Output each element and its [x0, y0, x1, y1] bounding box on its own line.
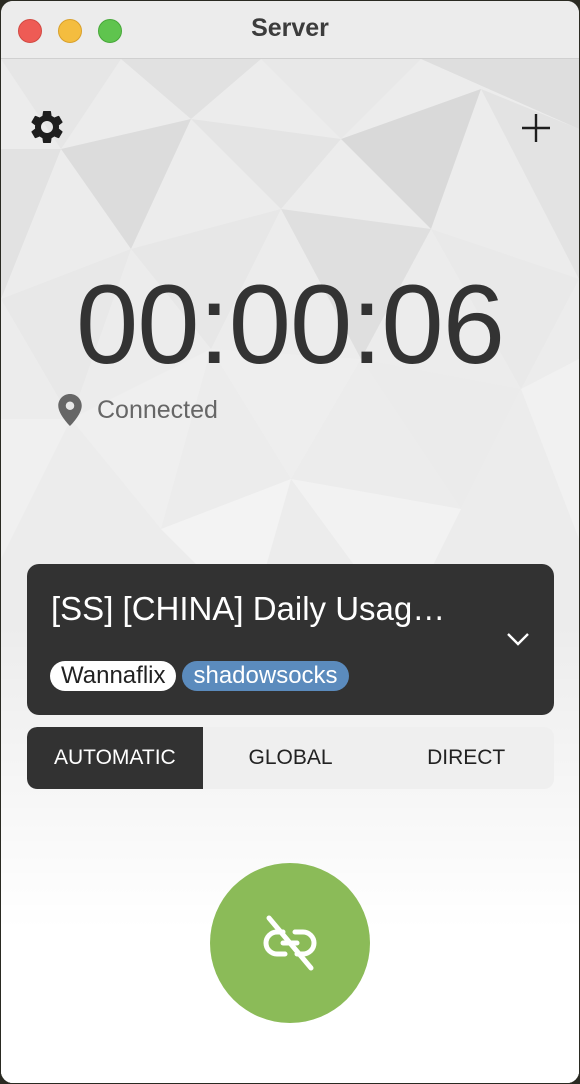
tag-wannaflix: Wannaflix [50, 661, 177, 691]
connect-toggle-button[interactable] [210, 863, 370, 1023]
mode-global[interactable]: GLOBAL [203, 727, 379, 789]
tag-protocol: shadowsocks [182, 661, 349, 691]
settings-button[interactable] [27, 107, 67, 147]
plus-icon [522, 114, 550, 142]
main-content: 00:00:06 Connected [SS] [CHINA] Daily Us… [1, 59, 579, 1083]
connection-timer: 00:00:06 [76, 262, 505, 387]
window-title: Server [251, 14, 329, 42]
chevron-down-icon[interactable] [505, 630, 531, 648]
add-server-button[interactable] [519, 111, 553, 145]
proxy-mode-selector: AUTOMATIC GLOBAL DIRECT [27, 727, 554, 789]
location-pin-icon [58, 394, 82, 426]
mode-automatic[interactable]: AUTOMATIC [27, 727, 203, 789]
title-bar: Server [1, 1, 579, 59]
server-tags: Wannaflix shadowsocks [50, 661, 355, 691]
app-window: Server 00:00:06 Connected [SS] [CHINA] D… [1, 1, 579, 1083]
server-name: [SS] [CHINA] Daily Usag… [51, 590, 446, 627]
unlink-icon [263, 915, 317, 971]
gear-icon [31, 110, 63, 143]
server-selector[interactable]: [SS] [CHINA] Daily Usag… Wannaflix shado… [27, 564, 554, 715]
mode-direct[interactable]: DIRECT [378, 727, 554, 789]
connection-status: Connected [57, 393, 218, 427]
status-text: Connected [97, 395, 218, 424]
